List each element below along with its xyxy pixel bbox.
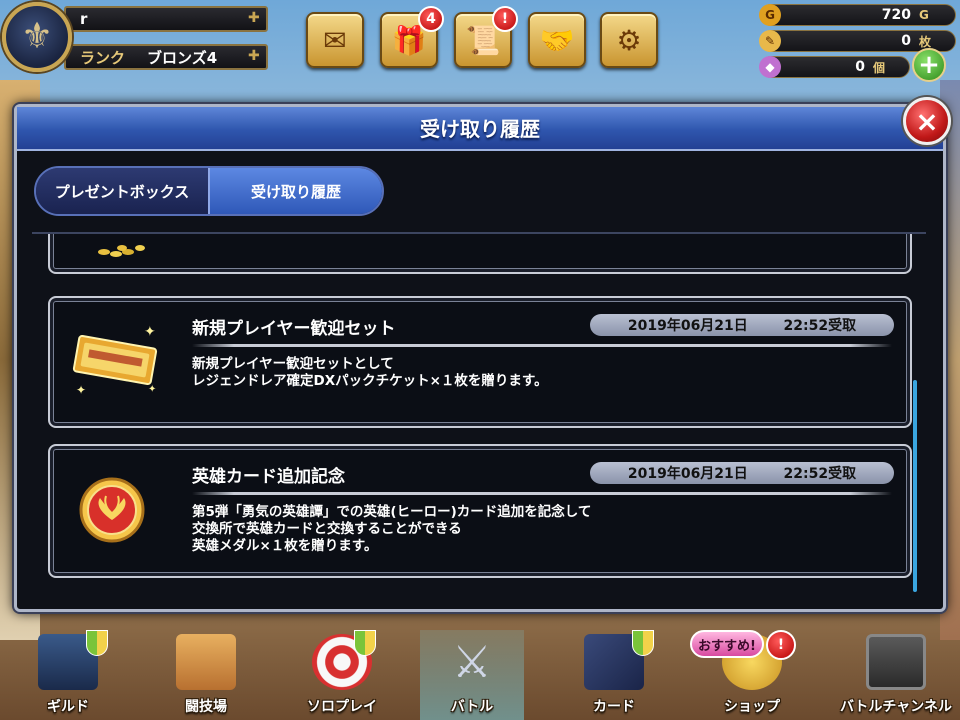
player-rank-bar[interactable]: ランク ブロンズ4 ✚ xyxy=(64,44,268,70)
gear-icon: ⚙ xyxy=(616,23,642,57)
beginner-mark-icon xyxy=(86,630,108,656)
ticket-value: 0 xyxy=(901,33,911,49)
recommended-badge: おすすめ! xyxy=(690,630,764,658)
nav-label: バトルチャンネル xyxy=(840,699,952,715)
hero-medal-icon xyxy=(79,477,145,543)
svg-text:✦: ✦ xyxy=(148,384,156,395)
modal-tabs: プレゼントボックス 受け取り履歴 xyxy=(34,166,384,216)
item-description: 第5弾「勇気の英雄譚」での英雄(ヒーロー)カード追加を記念して 交換所で英雄カー… xyxy=(192,504,591,555)
nav-label: ショップ xyxy=(724,699,780,715)
nav-solo[interactable]: ソロプレイ xyxy=(290,630,394,720)
quest-button[interactable]: 📜 ! xyxy=(454,6,518,68)
player-name-bar[interactable]: r ✚ xyxy=(64,6,268,32)
item-time: 22:52受取 xyxy=(783,466,857,482)
nav-arena[interactable]: 闘技場 xyxy=(154,630,258,720)
bottom-nav: ギルド 闘技場 ソロプレイ ⚔ バトル カード ショップ バトルチャンネル xyxy=(0,618,960,720)
svg-text:✦: ✦ xyxy=(76,383,86,397)
beginner-mark-icon xyxy=(354,630,376,656)
close-button[interactable]: × xyxy=(903,97,951,145)
divider xyxy=(192,344,892,347)
desc-line: 交換所で英雄カードと交換することができる xyxy=(192,521,462,537)
nav-label: カード xyxy=(593,699,635,715)
item-title: 新規プレイヤー歓迎セット xyxy=(192,319,396,339)
ticket-unit: 枚 xyxy=(919,34,932,49)
nav-card[interactable]: カード xyxy=(562,630,666,720)
gold-ticket-icon: ✦ ✦ ✦ xyxy=(72,324,158,397)
gem-unit: 個 xyxy=(873,60,886,75)
settings-button[interactable]: ⚙ xyxy=(600,12,658,68)
list-item: ✦ ✦ ✦ 新規プレイヤー歓迎セット 2019年06月21日 22:52受取 新… xyxy=(48,296,912,428)
rank-label: ランク xyxy=(80,48,126,67)
gem-icon: ◆ xyxy=(759,56,781,78)
expand-icon: ✚ xyxy=(248,48,260,64)
rank-value: ブロンズ4 xyxy=(147,48,218,67)
gift-button[interactable]: 🎁 4 xyxy=(380,6,444,68)
beginner-mark-icon xyxy=(632,630,654,656)
envelope-icon: ✉ xyxy=(323,23,347,57)
item-time: 22:52受取 xyxy=(783,318,857,334)
modal-title: 受け取り履歴 xyxy=(17,107,943,151)
item-date: 2019年06月21日 xyxy=(627,466,748,482)
desc-line: 第5弾「勇気の英雄譚」での英雄(ヒーロー)カード追加を記念して xyxy=(192,504,592,520)
arena-tickets-icon xyxy=(176,634,236,690)
svg-text:✦: ✦ xyxy=(144,324,156,340)
gift-count-badge: 4 xyxy=(418,6,444,32)
tv-icon xyxy=(866,634,926,690)
list-item-partial xyxy=(48,234,912,274)
item-date-pill: 2019年06月21日 22:52受取 xyxy=(590,462,894,484)
crossed-swords-icon: ⚔ xyxy=(452,636,492,688)
item-date-pill: 2019年06月21日 22:52受取 xyxy=(590,314,894,336)
gem-value: 0 xyxy=(855,59,865,75)
nav-battle[interactable]: ⚔ バトル xyxy=(420,630,524,720)
scrollbar[interactable] xyxy=(913,380,917,592)
list-item: 英雄カード追加記念 2019年06月21日 22:52受取 第5弾「勇気の英雄譚… xyxy=(48,444,912,578)
add-currency-button[interactable]: + xyxy=(912,48,946,82)
tab-received-history[interactable]: 受け取り履歴 xyxy=(208,168,382,214)
nav-label: ギルド xyxy=(47,699,89,715)
fleur-de-lis-icon: ⚜ xyxy=(20,16,54,57)
gold-coins-icon xyxy=(98,245,145,257)
gold-value: 720 xyxy=(881,7,911,23)
nav-label: バトル xyxy=(450,699,494,715)
gold-unit: G xyxy=(919,8,929,22)
nav-battle-channel[interactable]: バトルチャンネル xyxy=(836,630,956,720)
ticket-icon: ✎ xyxy=(759,30,781,52)
friend-button[interactable]: 🤝 xyxy=(528,12,586,68)
gem-counter: ◆ 0 個 xyxy=(759,56,910,78)
player-emblem[interactable]: ⚜ xyxy=(2,2,72,72)
gold-coin-icon: G xyxy=(759,4,781,26)
handshake-icon: 🤝 xyxy=(539,23,575,57)
desc-line: レジェンドレア確定DXパックチケット×１枚を贈ります。 xyxy=(192,373,548,389)
nav-guild[interactable]: ギルド xyxy=(16,630,120,720)
item-title: 英雄カード追加記念 xyxy=(192,467,345,487)
gold-counter: G 720 G xyxy=(759,4,956,26)
player-name: r xyxy=(80,10,88,28)
item-description: 新規プレイヤー歓迎セットとして レジェンドレア確定DXパックチケット×１枚を贈り… xyxy=(192,356,548,390)
item-date: 2019年06月21日 xyxy=(627,318,748,334)
quest-alert-badge: ! xyxy=(492,6,518,32)
desc-line: 新規プレイヤー歓迎セットとして xyxy=(192,356,394,372)
shop-alert-badge: ! xyxy=(766,630,796,660)
history-list[interactable]: ✦ ✦ ✦ 新規プレイヤー歓迎セット 2019年06月21日 22:52受取 新… xyxy=(32,232,926,594)
expand-icon: ✚ xyxy=(248,10,260,26)
divider xyxy=(192,492,892,495)
desc-line: 英雄メダル×１枚を贈ります。 xyxy=(192,538,378,554)
nav-label: ソロプレイ xyxy=(307,699,377,715)
mail-button[interactable]: ✉ xyxy=(306,12,364,68)
tab-present-box[interactable]: プレゼントボックス xyxy=(36,168,208,214)
nav-label: 闘技場 xyxy=(185,699,227,715)
